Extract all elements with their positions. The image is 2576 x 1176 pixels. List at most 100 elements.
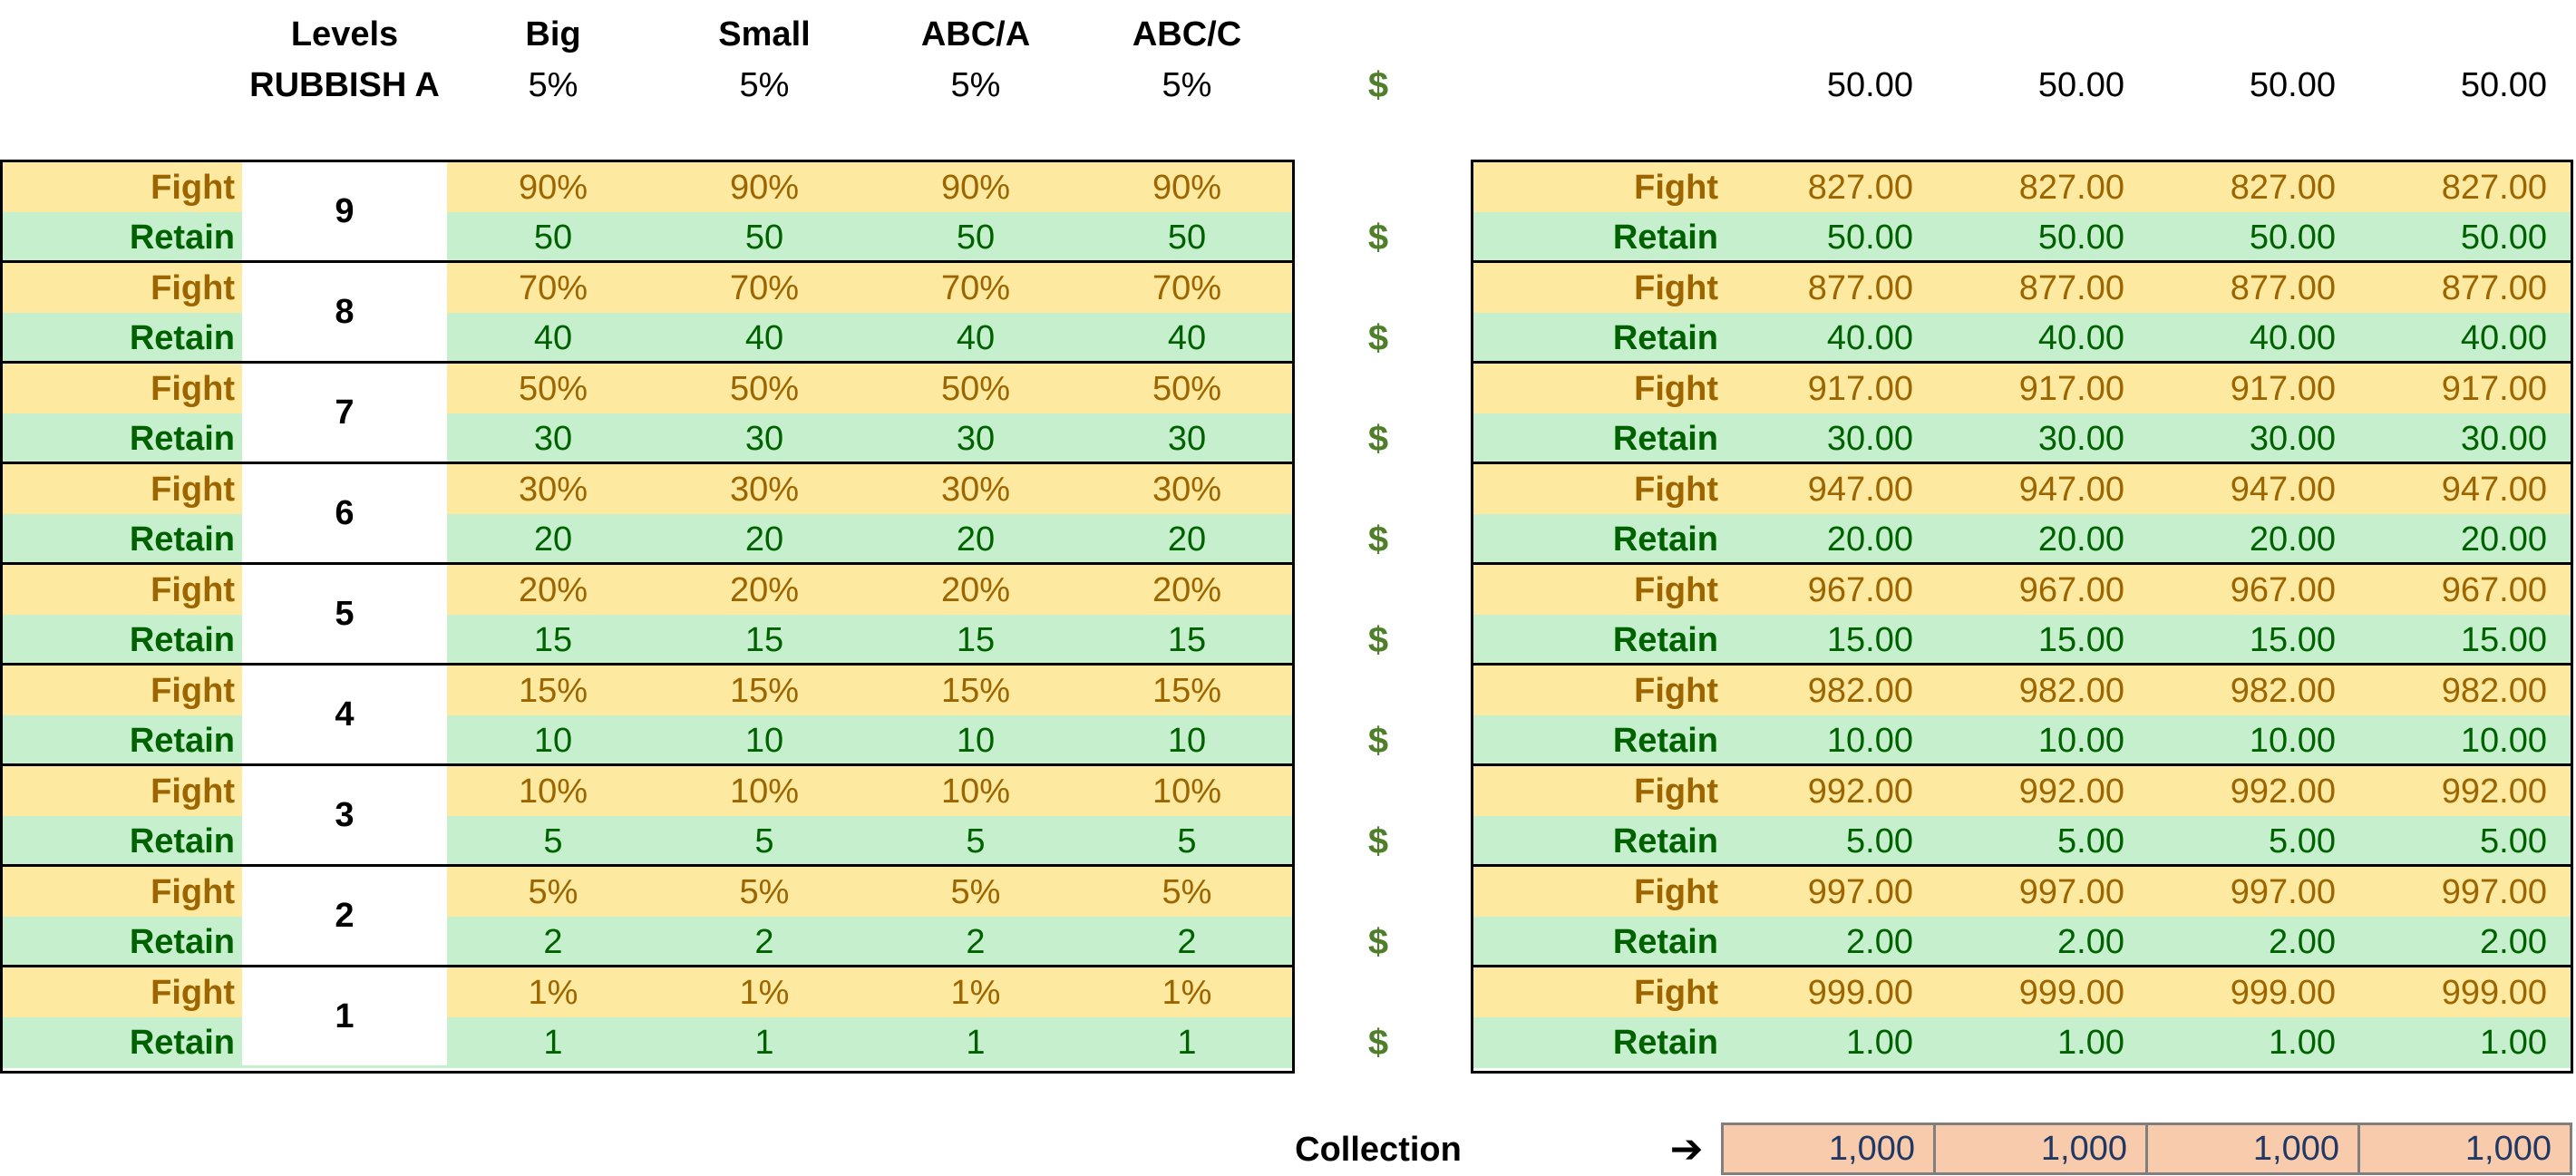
table-row: Fight 967.00 967.00 967.00 967.00	[1473, 565, 2571, 616]
fight-value-cell: 877.00	[2230, 269, 2336, 307]
table-row: Retain 1 1 1 1	[3, 1017, 1292, 1068]
retain-value-cell: 2.00	[2057, 923, 2124, 961]
fight-value-cell: 947.00	[1807, 471, 1913, 509]
fight-value-cell: 877.00	[2018, 269, 2124, 307]
fight-cell: 15%	[1152, 672, 1222, 710]
table-row: Retain 2.00 2.00 2.00 2.00	[1473, 917, 2571, 967]
retain-value-cell: 1.00	[2269, 1024, 2336, 1062]
fight-cell: 5%	[950, 873, 1001, 911]
retain-value-cell: 30.00	[1826, 420, 1913, 458]
rubbish-pct-abc-a: 5%	[950, 66, 1001, 104]
fight-label: Fight	[151, 672, 235, 710]
fight-value-cell: 917.00	[2441, 370, 2547, 408]
fight-cell: 15%	[940, 672, 1011, 710]
fight-cell: 20%	[518, 571, 588, 609]
fight-value-cell: 827.00	[1807, 169, 1913, 207]
fight-cell: 50%	[729, 370, 800, 408]
retain-value-cell: 5.00	[2269, 822, 2336, 860]
dollar-sign: $	[1367, 520, 1389, 559]
retain-cell: 15	[744, 621, 784, 659]
col-header-small: Small	[718, 15, 811, 53]
left-levels-table: Fight 90% 90% 90% 90% Retain 50 50 50 50 9 Fight 70%…	[0, 160, 1295, 1074]
retain-value-cell: 20.00	[2249, 520, 2336, 559]
retain-cell: 50	[744, 219, 784, 257]
header-right-value-1: 50.00	[1826, 66, 1913, 104]
fight-value-cell: 992.00	[2018, 773, 2124, 811]
retain-label: Retain	[1612, 621, 1718, 659]
fight-value-cell: 982.00	[2230, 672, 2336, 710]
dollar-sign: $	[1367, 1023, 1389, 1063]
dollar-sign: $	[1367, 620, 1389, 660]
retain-value-cell: 5.00	[1846, 822, 1913, 860]
level-number: 5	[242, 565, 447, 663]
fight-label: Fight	[1634, 974, 1718, 1012]
retain-cell: 20	[533, 520, 573, 559]
fight-cell: 20%	[1152, 571, 1222, 609]
table-row: Retain 50.00 50.00 50.00 50.00	[1473, 212, 2571, 263]
fight-value-cell: 917.00	[1807, 370, 1913, 408]
fight-cell: 15%	[518, 672, 588, 710]
row-divider	[1473, 361, 2571, 364]
table-row: Fight 10% 10% 10% 10%	[3, 766, 1292, 817]
table-row: Fight 1% 1% 1% 1%	[3, 967, 1292, 1018]
row-divider	[1473, 260, 2571, 263]
retain-value-cell: 50.00	[2249, 219, 2336, 257]
retain-value-cell: 5.00	[2057, 822, 2124, 860]
fight-label: Fight	[151, 773, 235, 811]
retain-value-cell: 2.00	[1846, 923, 1913, 961]
fight-label: Fight	[1634, 269, 1718, 307]
retain-label: Retain	[1612, 722, 1718, 760]
retain-value-cell: 50.00	[1826, 219, 1913, 257]
table-row: Retain 40.00 40.00 40.00 40.00	[1473, 313, 2571, 364]
collection-value-1: 1,000	[1721, 1123, 1936, 1175]
retain-value-cell: 50.00	[2460, 219, 2547, 257]
fight-cell: 50%	[1152, 370, 1222, 408]
dollar-sign: $	[1367, 318, 1389, 358]
fight-cell: 10%	[518, 773, 588, 811]
row-divider	[3, 864, 1292, 867]
fight-value-cell: 992.00	[2230, 773, 2336, 811]
retain-cell: 1	[966, 1024, 986, 1062]
fight-label: Fight	[1634, 571, 1718, 609]
table-row: Fight 992.00 992.00 992.00 992.00	[1473, 766, 2571, 817]
retain-value-cell: 15.00	[2037, 621, 2124, 659]
table-row: Fight 947.00 947.00 947.00 947.00	[1473, 464, 2571, 515]
fight-label: Fight	[151, 873, 235, 911]
fight-value-cell: 947.00	[2230, 471, 2336, 509]
level-number: 4	[242, 666, 447, 763]
fight-value-cell: 967.00	[2230, 571, 2336, 609]
fight-cell: 1%	[950, 974, 1001, 1012]
level-number: 8	[242, 263, 447, 361]
table-row: Fight 827.00 827.00 827.00 827.00	[1473, 162, 2571, 213]
retain-cell: 15	[956, 621, 996, 659]
retain-cell: 20	[1167, 520, 1207, 559]
table-row: Retain 5 5 5 5	[3, 816, 1292, 867]
row-divider	[3, 562, 1292, 565]
fight-value-cell: 997.00	[2018, 873, 2124, 911]
fight-cell: 10%	[940, 773, 1011, 811]
fight-cell: 30%	[729, 471, 800, 509]
header-right-value-4: 50.00	[2460, 66, 2547, 104]
row-divider	[3, 763, 1292, 766]
retain-value-cell: 10.00	[1826, 722, 1913, 760]
table-row: Retain 10 10 10 10	[3, 715, 1292, 766]
fight-cell: 90%	[940, 169, 1011, 207]
retain-value-cell: 1.00	[2057, 1024, 2124, 1062]
fight-cell: 20%	[940, 571, 1011, 609]
retain-cell: 15	[533, 621, 573, 659]
fight-value-cell: 999.00	[1807, 974, 1913, 1012]
retain-cell: 20	[956, 520, 996, 559]
fight-value-cell: 877.00	[1807, 269, 1913, 307]
levels-header: Levels	[290, 15, 399, 53]
fight-cell: 30%	[1152, 471, 1222, 509]
table-row: Retain 30 30 30 30	[3, 413, 1292, 464]
retain-cell: 2	[1177, 923, 1197, 961]
dollar-sign: $	[1367, 922, 1389, 962]
row-divider	[3, 965, 1292, 967]
retain-label: Retain	[1612, 520, 1718, 559]
collection-label: Collection	[1295, 1131, 1462, 1169]
retain-cell: 10	[956, 722, 996, 760]
retain-label: Retain	[1612, 822, 1718, 860]
retain-label: Retain	[129, 420, 235, 458]
fight-value-cell: 982.00	[2441, 672, 2547, 710]
